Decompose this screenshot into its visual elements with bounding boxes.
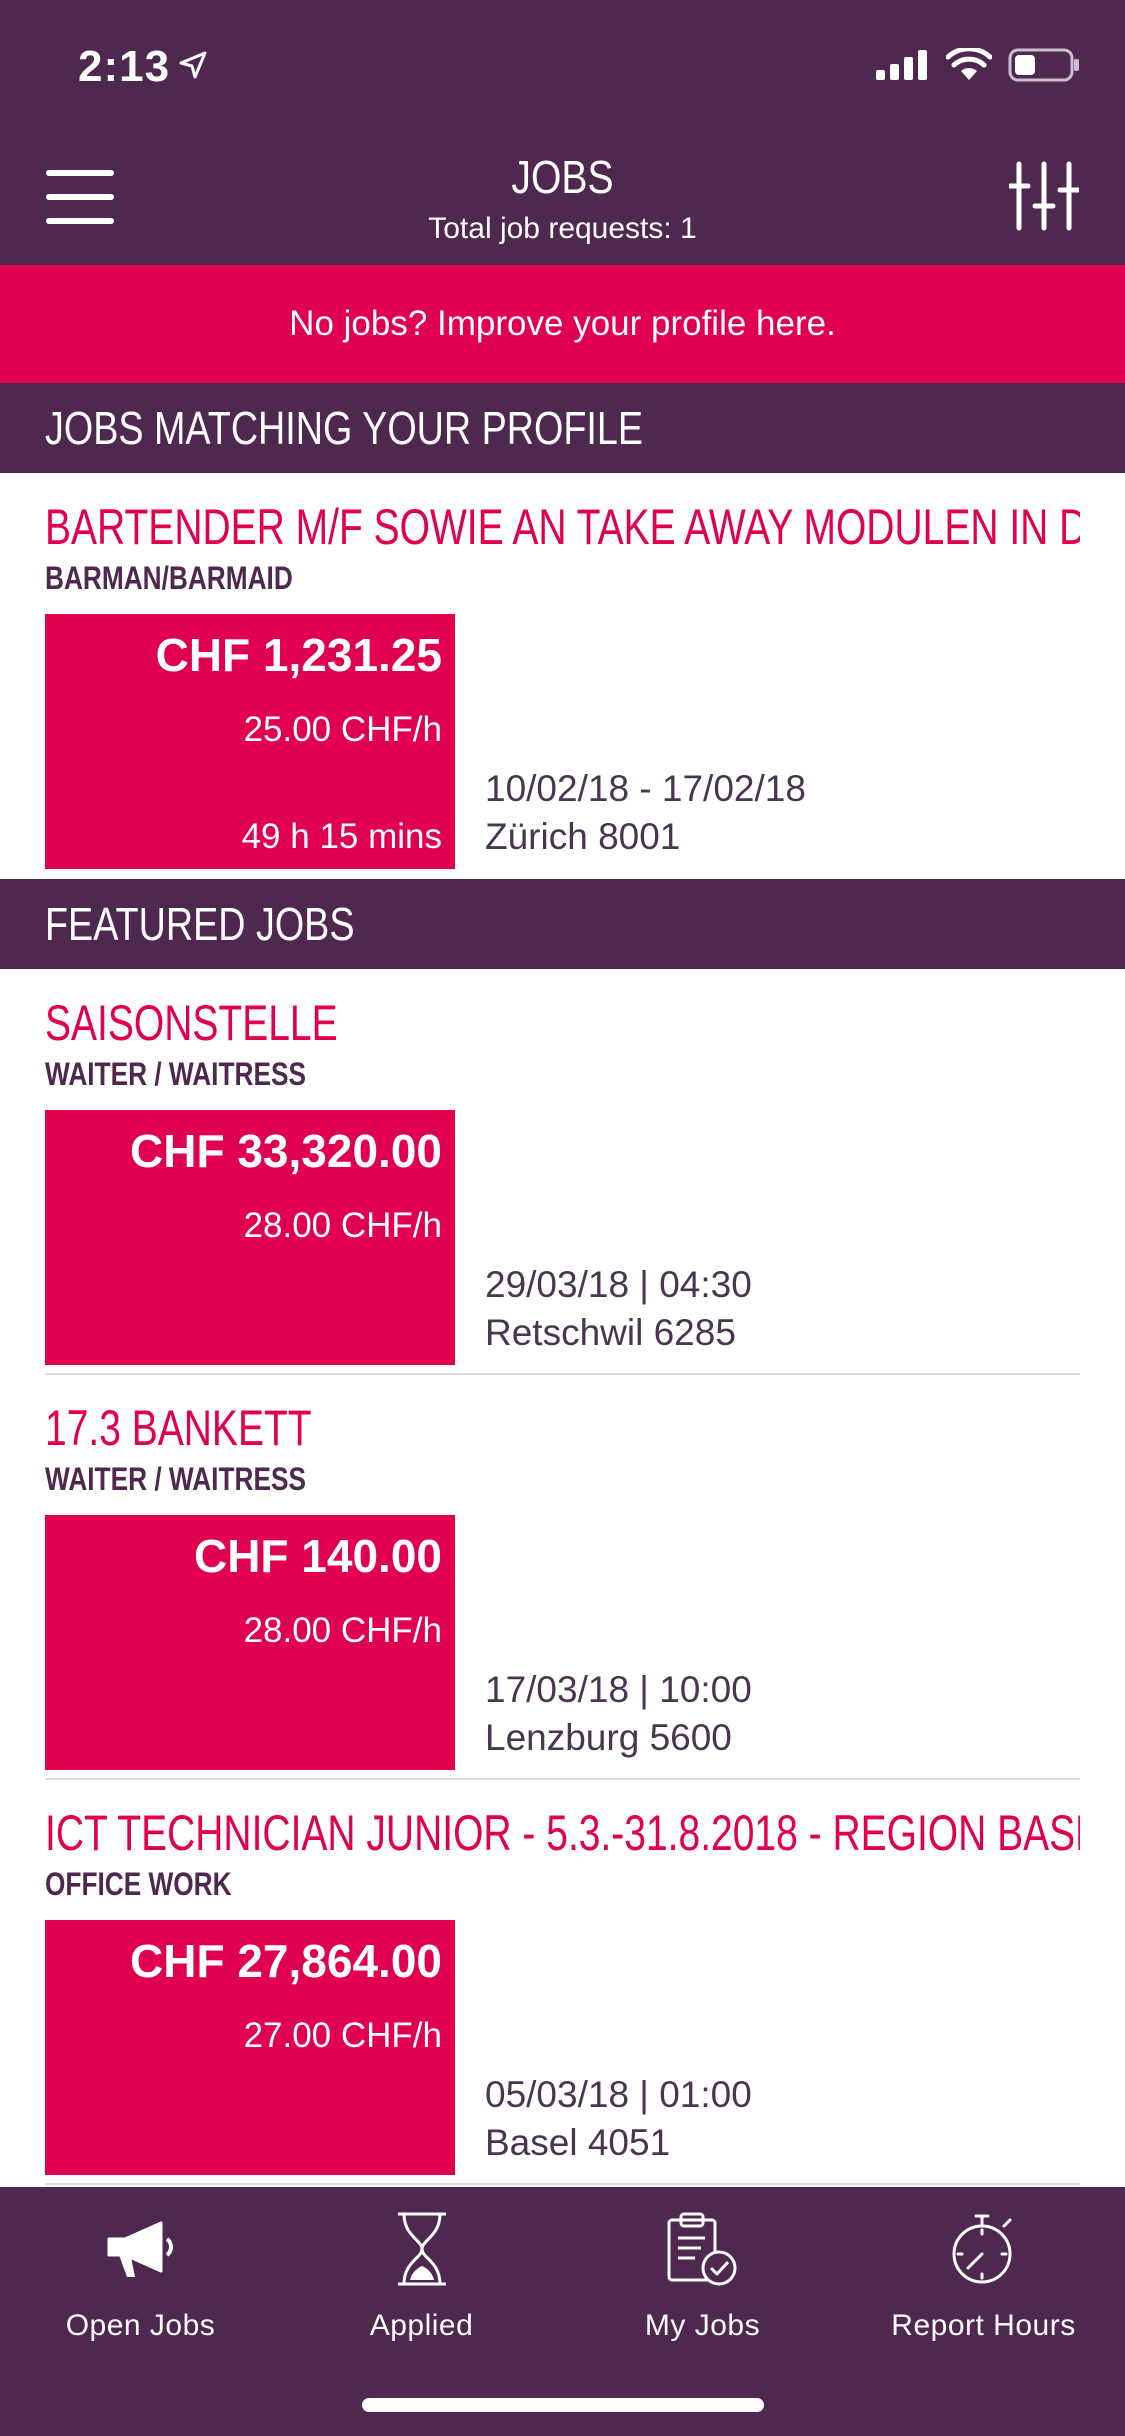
job-date: 10/02/18 - 17/02/18 (485, 768, 806, 809)
pay-total: CHF 27,864.00 (130, 1935, 442, 1987)
job-title: ICT TECHNICIAN JUNIOR - 5.3.-31.8.2018 -… (45, 1805, 1080, 1861)
tab-label: Applied (369, 2309, 474, 2342)
pay-total: CHF 33,320.00 (130, 1125, 442, 1177)
job-location: Retschwil 6285 (485, 1312, 736, 1353)
job-category: WAITER / WAITRESS (45, 1056, 306, 1092)
job-meta: 29/03/18 | 04:30 Retschwil 6285 (485, 1261, 752, 1357)
tab-my-jobs[interactable]: My Jobs (562, 2209, 843, 2343)
job-location: Lenzburg 5600 (485, 1717, 732, 1758)
pay-box: CHF 140.00 28.00 CHF/h (45, 1515, 455, 1770)
battery-icon (1008, 48, 1079, 82)
top-bar: 2:13 JOBS Total job requests: 1 (0, 0, 1125, 265)
job-title: 17.3 BANKETT (45, 1400, 312, 1456)
job-meta: 10/02/18 - 17/02/18 Zürich 8001 (485, 765, 806, 861)
job-date: 29/03/18 | 04:30 (485, 1264, 752, 1305)
job-location: Basel 4051 (485, 2122, 671, 2163)
pay-rate: 27.00 CHF/h (243, 2016, 442, 2055)
pay-box: CHF 27,864.00 27.00 CHF/h (45, 1920, 455, 2175)
signal-icon (876, 50, 927, 80)
pay-box: CHF 33,320.00 28.00 CHF/h (45, 1110, 455, 1365)
job-title: BARTENDER M/F SOWIE AN TAKE AWAY MODULEN… (45, 499, 1080, 555)
wifi-icon (946, 48, 992, 80)
job-category: WAITER / WAITRESS (45, 1461, 306, 1497)
job-location: Zürich 8001 (485, 816, 681, 857)
job-date: 05/03/18 | 01:00 (485, 2074, 752, 2115)
job-category: OFFICE WORK (45, 1866, 232, 1902)
stopwatch-icon (952, 2214, 1011, 2284)
tab-label: Open Jobs (65, 2309, 216, 2342)
section-title-matching: JOBS MATCHING YOUR PROFILE (45, 402, 644, 454)
tab-open-jobs[interactable]: Open Jobs (0, 2209, 281, 2343)
status-icons (876, 48, 1080, 82)
page-title: JOBS (511, 151, 614, 203)
pay-rate: 28.00 CHF/h (243, 1206, 442, 1245)
job-meta: 05/03/18 | 01:00 Basel 4051 (485, 2071, 752, 2167)
tab-label: Report Hours (891, 2309, 1076, 2342)
pay-total: CHF 1,231.25 (155, 629, 442, 681)
pay-box: CHF 1,231.25 25.00 CHF/h 49 h 15 mins (45, 614, 455, 869)
section-header-matching: JOBS MATCHING YOUR PROFILE (0, 383, 1125, 473)
status-time: 2:13 (78, 42, 171, 91)
job-card[interactable]: ICT TECHNICIAN JUNIOR - 5.3.-31.8.2018 -… (45, 1802, 1080, 2175)
pay-rate: 28.00 CHF/h (243, 1611, 442, 1650)
improve-profile-text: No jobs? Improve your profile here. (289, 304, 836, 343)
divider (45, 2183, 1080, 2185)
job-card[interactable]: BARTENDER M/F SOWIE AN TAKE AWAY MODULEN… (45, 496, 1080, 869)
improve-profile-banner[interactable]: No jobs? Improve your profile here. (0, 265, 1125, 383)
clipboard-check-icon (667, 2212, 736, 2286)
home-indicator[interactable] (362, 2398, 764, 2412)
job-category: BARMAN/BARMAID (45, 560, 293, 596)
tab-label: My Jobs (644, 2309, 761, 2342)
tab-report-hours[interactable]: Report Hours (843, 2209, 1124, 2343)
section-title-featured: FEATURED JOBS (45, 898, 355, 950)
pay-total: CHF 140.00 (193, 1530, 442, 1582)
job-meta: 17/03/18 | 10:00 Lenzburg 5600 (485, 1666, 752, 1762)
job-card[interactable]: SAISONSTELLE WAITER / WAITRESS CHF 33,32… (45, 992, 1080, 1365)
section-header-featured: FEATURED JOBS (0, 879, 1125, 969)
filter-sliders-icon[interactable] (1009, 160, 1079, 232)
job-date: 17/03/18 | 10:00 (485, 1669, 752, 1710)
pay-hours: 49 h 15 mins (241, 817, 442, 856)
divider (45, 1373, 1080, 1375)
pay-rate: 25.00 CHF/h (243, 710, 442, 749)
page-subtitle: Total job requests: 1 (428, 212, 697, 245)
divider (45, 1778, 1080, 1780)
hourglass-icon (397, 2212, 446, 2286)
megaphone-icon (107, 2221, 173, 2277)
job-title: SAISONSTELLE (45, 995, 338, 1051)
job-card[interactable]: 17.3 BANKETT WAITER / WAITRESS CHF 140.0… (45, 1397, 1080, 1770)
location-arrow-icon (179, 51, 207, 79)
tab-applied[interactable]: Applied (281, 2209, 562, 2343)
